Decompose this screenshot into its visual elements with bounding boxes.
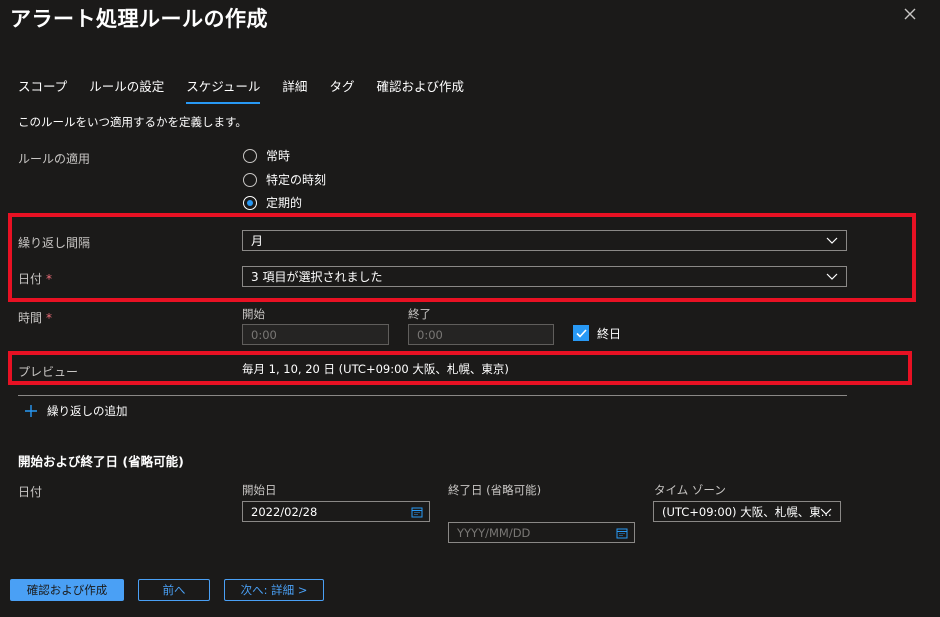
radio-label: 定期的	[266, 196, 303, 210]
date-label: 日付 *	[18, 272, 53, 286]
chevron-down-icon	[826, 273, 838, 280]
timezone-value: (UTC+09:00) 大阪、札幌、東...	[662, 504, 832, 519]
plus-icon	[25, 405, 37, 417]
radio-indicator-selected	[243, 195, 257, 210]
chevron-down-icon	[826, 237, 838, 244]
radio-indicator	[243, 148, 257, 163]
timezone-label: タイム ゾーン	[654, 483, 726, 497]
date-dropdown[interactable]: 3 項目が選択されました	[242, 266, 847, 287]
divider	[18, 395, 847, 396]
calendar-icon[interactable]	[616, 527, 628, 539]
time-label: 時間 *	[18, 311, 53, 325]
end-date-placeholder: YYYY/MM/DD	[457, 525, 531, 540]
start-time-label: 開始	[242, 307, 265, 321]
preview-label: プレビュー	[18, 365, 79, 379]
tab-review-create[interactable]: 確認および作成	[376, 76, 464, 102]
recurrence-value: 月	[251, 234, 264, 248]
end-time-input[interactable]: 0:00	[408, 324, 554, 345]
all-day-label: 終日	[597, 327, 622, 341]
review-create-button[interactable]: 確認および作成	[10, 579, 124, 601]
checkmark-icon	[575, 328, 587, 338]
end-time-label: 終了	[408, 307, 431, 321]
start-date-input[interactable]: 2022/02/28	[242, 501, 430, 522]
schedule-description: このルールをいつ適用するかを定義します。	[18, 115, 247, 129]
start-date-label: 開始日	[242, 483, 277, 497]
add-recurrence-button[interactable]: 繰り返しの追加	[24, 403, 128, 419]
date-range-title: 開始および終了日 (省略可能)	[18, 454, 184, 469]
date-range-row-label: 日付	[18, 485, 43, 499]
more-options-icon[interactable]: ···	[251, 6, 262, 20]
page-title: アラート処理ルールの作成	[10, 7, 268, 31]
preview-value: 毎月 1, 10, 20 日 (UTC+09:00 大阪、札幌、東京)	[242, 362, 509, 376]
radio-recurring[interactable]: 定期的	[243, 194, 302, 211]
tab-schedule[interactable]: スケジュール	[186, 76, 261, 104]
next-details-button[interactable]: 次へ: 詳細 >	[224, 579, 324, 601]
tab-tags[interactable]: タグ	[329, 76, 354, 102]
highlight-recurrence-box	[8, 213, 916, 302]
date-value: 3 項目が選択されました	[251, 270, 383, 284]
start-date-value: 2022/02/28	[251, 504, 318, 519]
radio-label: 特定の時刻	[266, 173, 327, 187]
recurrence-dropdown[interactable]: 月	[242, 230, 847, 251]
apply-rule-label: ルールの適用	[18, 152, 91, 166]
all-day-checkbox[interactable]	[573, 325, 589, 341]
end-date-input[interactable]: YYYY/MM/DD	[448, 522, 635, 543]
timezone-dropdown[interactable]: (UTC+09:00) 大阪、札幌、東...	[653, 501, 841, 522]
radio-indicator	[243, 172, 257, 187]
tab-rule-settings[interactable]: ルールの設定	[89, 76, 164, 102]
start-time-input[interactable]: 0:00	[242, 324, 389, 345]
previous-button[interactable]: 前へ	[138, 579, 210, 601]
radio-always[interactable]: 常時	[243, 147, 290, 164]
close-icon[interactable]	[900, 4, 920, 24]
chevron-down-icon	[820, 508, 832, 515]
calendar-icon[interactable]	[411, 506, 423, 518]
add-recurrence-label: 繰り返しの追加	[47, 404, 128, 418]
tab-scope[interactable]: スコープ	[18, 76, 67, 102]
tab-details[interactable]: 詳細	[282, 76, 307, 102]
radio-specific-time[interactable]: 特定の時刻	[243, 171, 326, 188]
end-date-label: 終了日 (省略可能)	[448, 483, 542, 497]
radio-label: 常時	[266, 149, 291, 163]
recurrence-label: 繰り返し間隔	[18, 236, 91, 250]
tab-bar: スコープ ルールの設定 スケジュール 詳細 タグ 確認および作成	[18, 76, 464, 104]
